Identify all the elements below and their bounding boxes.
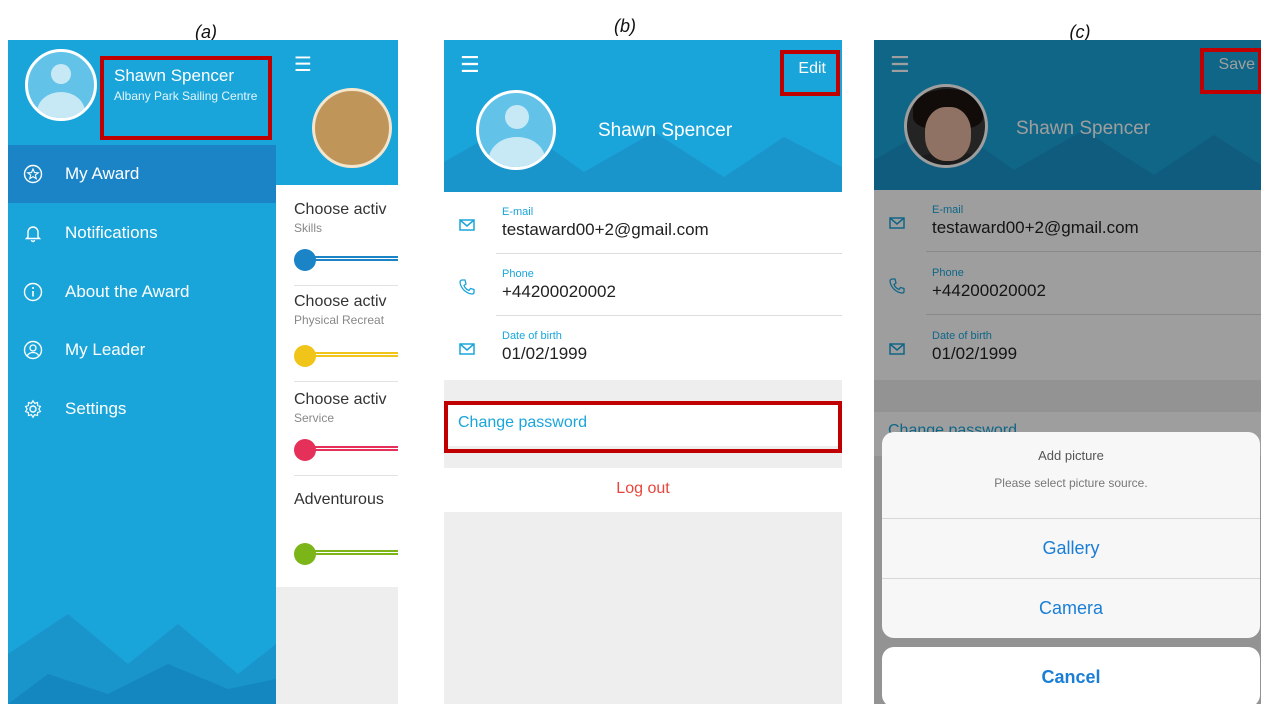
activity-item-service[interactable]: Choose activ Service: [294, 391, 398, 476]
user-circle-icon: [22, 339, 44, 361]
hamburger-icon[interactable]: ☰: [460, 54, 480, 76]
activity-title: Adventurous: [294, 491, 384, 508]
hamburger-icon[interactable]: ☰: [294, 52, 312, 77]
handshake-icon: [294, 439, 316, 461]
gear-icon: [22, 398, 44, 420]
field-label: Date of birth: [502, 330, 562, 342]
bell-icon: [22, 222, 44, 244]
field-label: Phone: [502, 268, 534, 280]
info-row-phone: Phone +44200020002: [444, 254, 842, 316]
activity-title: Choose activ: [294, 201, 387, 218]
activity-progress-bar: [294, 345, 398, 367]
panel-b-profile-screen: ☰ Edit Shawn Spencer E-mail testaward00+…: [444, 40, 842, 704]
change-password-label: Change password: [458, 414, 587, 431]
menu-item-label: Settings: [65, 399, 127, 418]
activity-list: Choose activ Skills Choose activ Physica…: [276, 185, 398, 587]
log-out-label: Log out: [616, 480, 670, 497]
side-drawer: Shawn Spencer Albany Park Sailing Centre…: [8, 40, 276, 704]
profile-info-list: E-mail testaward00+2@gmail.com Phone +44…: [444, 192, 842, 380]
gallery-button[interactable]: Gallery: [882, 518, 1260, 578]
info-icon: [22, 281, 44, 303]
field-value: 01/02/1999: [502, 344, 588, 363]
award-screen-behind: ☰ Choose activ Skills Choose activ Physi…: [276, 40, 398, 704]
add-picture-action-sheet: Add picture Please select picture source…: [882, 432, 1260, 638]
profile-name: Shawn Spencer: [598, 120, 733, 141]
activity-subtitle: Physical Recreat: [294, 313, 385, 327]
change-password-button[interactable]: Change password: [444, 402, 842, 446]
activity-item-adventurous[interactable]: Adventurous: [294, 491, 398, 565]
activity-item-skills[interactable]: Choose activ Skills: [294, 201, 398, 286]
log-out-button[interactable]: Log out: [444, 468, 842, 512]
panel-c-add-picture-screen: ☰ Save Shawn Spencer E-mail testaward00+…: [874, 40, 1261, 704]
activity-subtitle: Skills: [294, 221, 323, 235]
compass-icon: [294, 543, 316, 565]
sheet-subtitle: Please select picture source.: [994, 476, 1148, 490]
field-value: +44200020002: [502, 282, 616, 301]
menu-item-my-award[interactable]: My Award: [8, 145, 276, 203]
activity-title: Choose activ: [294, 391, 387, 408]
activity-progress-bar: [294, 439, 398, 461]
menu-item-label: My Award: [65, 164, 140, 183]
skills-icon: [294, 249, 316, 271]
edit-button[interactable]: Edit: [798, 60, 826, 78]
field-value: testaward00+2@gmail.com: [502, 220, 709, 239]
sheet-title: Add picture: [1038, 448, 1104, 463]
menu-item-label: My Leader: [65, 340, 146, 359]
activity-progress-bar: [294, 249, 398, 271]
star-circle-icon: [22, 163, 44, 185]
envelope-icon: [459, 219, 475, 231]
menu-item-notifications[interactable]: Notifications: [8, 204, 276, 262]
activity-item-physical-recreation[interactable]: Choose activ Physical Recreat: [294, 293, 398, 382]
envelope-icon: [459, 343, 475, 355]
mountains-decoration: [8, 614, 276, 704]
menu-item-label: Notifications: [65, 223, 158, 242]
field-label: E-mail: [502, 206, 534, 218]
profile-header: ☰ Edit Shawn Spencer: [444, 40, 842, 192]
drawer-user-name: Shawn Spencer: [114, 66, 235, 85]
menu-item-label: About the Award: [65, 282, 190, 301]
menu-item-settings[interactable]: Settings: [8, 380, 276, 438]
activity-subtitle: Service: [294, 411, 335, 425]
running-icon: [294, 345, 316, 367]
phone-icon: [459, 279, 475, 295]
award-badge-icon: [312, 88, 392, 168]
avatar[interactable]: [25, 49, 97, 121]
activity-progress-bar: [294, 543, 398, 565]
menu-item-my-leader[interactable]: My Leader: [8, 321, 276, 379]
camera-button[interactable]: Camera: [882, 578, 1260, 638]
activity-title: Choose activ: [294, 293, 387, 310]
info-row-email: E-mail testaward00+2@gmail.com: [444, 192, 842, 254]
menu-item-about-the-award[interactable]: About the Award: [8, 263, 276, 321]
info-row-date-of-birth: Date of birth 01/02/1999: [444, 316, 842, 378]
caption-b: (b): [614, 16, 636, 36]
panel-a-drawer-screen: Shawn Spencer Albany Park Sailing Centre…: [8, 40, 398, 704]
drawer-user-org: Albany Park Sailing Centre: [114, 89, 258, 103]
cancel-button[interactable]: Cancel: [882, 647, 1260, 704]
avatar[interactable]: [476, 90, 556, 170]
award-header: ☰: [276, 40, 398, 185]
